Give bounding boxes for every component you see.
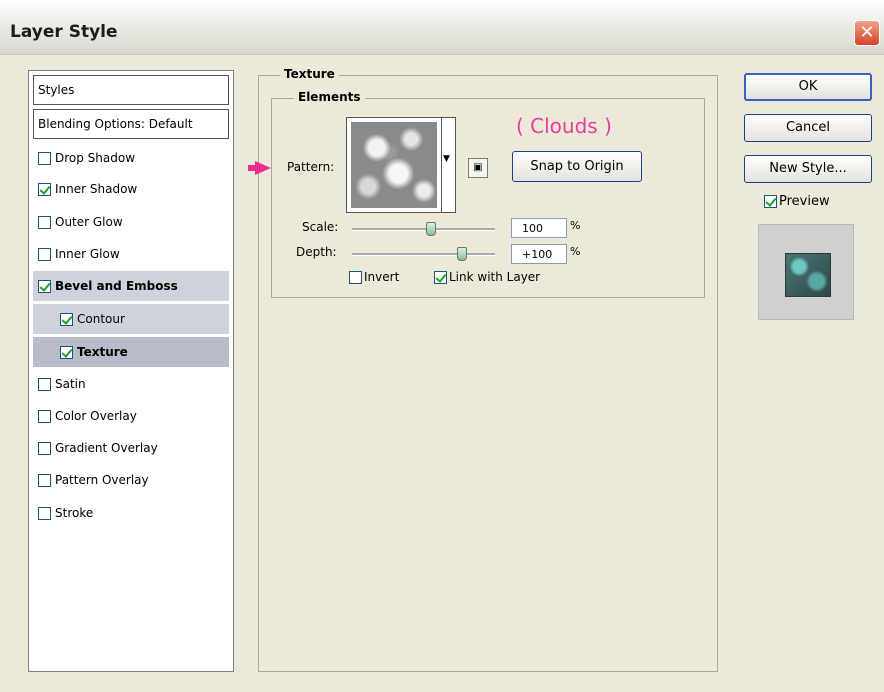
styles-header[interactable]: Styles xyxy=(33,75,229,105)
preview-checkbox[interactable] xyxy=(764,195,777,208)
preview-option[interactable]: Preview xyxy=(764,194,830,209)
styles-list: Styles Blending Options: Default Drop Sh… xyxy=(28,70,234,672)
invert-checkbox[interactable] xyxy=(349,270,362,284)
ok-button[interactable]: OK xyxy=(744,73,872,101)
styles-header-label: Styles xyxy=(38,83,75,97)
stroke-checkbox[interactable] xyxy=(38,506,51,520)
scale-slider-thumb[interactable] xyxy=(425,222,436,236)
bevel-and-emboss-checkbox[interactable] xyxy=(38,279,51,293)
annotation-arrow-icon xyxy=(255,161,271,175)
style-item-label: Satin xyxy=(55,377,86,391)
preview-thumbnail xyxy=(785,253,831,297)
depth-slider-thumb[interactable] xyxy=(457,247,468,261)
depth-input[interactable]: +100 xyxy=(511,244,567,264)
close-icon[interactable]: ✕ xyxy=(854,20,880,46)
pattern-label: Pattern: xyxy=(287,160,335,174)
clouds-annotation: ( Clouds ) xyxy=(516,114,612,138)
inner-glow-checkbox[interactable] xyxy=(38,247,51,261)
new-style-button[interactable]: New Style... xyxy=(744,155,872,183)
style-item-bevel-and-emboss[interactable]: Bevel and Emboss xyxy=(33,271,229,301)
color-overlay-checkbox[interactable] xyxy=(38,409,51,423)
snap-to-origin-button[interactable]: Snap to Origin xyxy=(512,151,642,182)
elements-group-title: Elements xyxy=(294,90,365,104)
style-item-label: Gradient Overlay xyxy=(55,441,158,455)
style-item-outer-glow[interactable]: Outer Glow xyxy=(33,207,229,237)
link-with-layer-label: Link with Layer xyxy=(449,270,541,284)
scale-percent-label: % xyxy=(570,219,581,232)
gradient-overlay-checkbox[interactable] xyxy=(38,441,51,455)
style-item-label: Color Overlay xyxy=(55,409,137,423)
style-item-contour[interactable]: Contour xyxy=(33,304,229,334)
style-item-pattern-overlay[interactable]: Pattern Overlay xyxy=(33,465,229,495)
style-item-label: Pattern Overlay xyxy=(55,473,149,487)
layer-style-dialog: Layer Style ✕ Styles Blending Options: D… xyxy=(0,0,884,692)
invert-label: Invert xyxy=(364,270,400,284)
elements-group xyxy=(271,98,705,298)
scale-slider-track[interactable] xyxy=(352,228,495,231)
preview-label: Preview xyxy=(779,194,830,209)
blending-options-item[interactable]: Blending Options: Default xyxy=(33,109,229,139)
style-preview xyxy=(758,224,854,320)
drop-shadow-checkbox[interactable] xyxy=(38,151,51,165)
scale-input[interactable]: 100 xyxy=(511,218,567,238)
style-item-label: Outer Glow xyxy=(55,215,123,229)
style-item-stroke[interactable]: Stroke xyxy=(33,498,229,528)
link-with-layer-checkbox[interactable] xyxy=(434,270,447,284)
pattern-picker[interactable]: ▼ xyxy=(346,117,456,213)
style-item-satin[interactable]: Satin xyxy=(33,369,229,399)
texture-checkbox[interactable] xyxy=(60,345,73,359)
style-item-color-overlay[interactable]: Color Overlay xyxy=(33,401,229,431)
cancel-button[interactable]: Cancel xyxy=(744,114,872,142)
new-preset-icon[interactable]: ▣ xyxy=(468,158,488,178)
depth-percent-label: % xyxy=(570,245,581,258)
blending-options-label: Blending Options: Default xyxy=(38,117,193,131)
style-item-texture[interactable]: Texture xyxy=(33,337,229,367)
window-title: Layer Style xyxy=(10,22,118,42)
satin-checkbox[interactable] xyxy=(38,377,51,391)
link-with-layer-option[interactable]: Link with Layer xyxy=(434,270,540,284)
style-item-label: Inner Glow xyxy=(55,247,120,261)
depth-label: Depth: xyxy=(296,245,337,259)
pattern-overlay-checkbox[interactable] xyxy=(38,473,51,487)
style-item-label: Inner Shadow xyxy=(55,182,138,196)
style-item-inner-glow[interactable]: Inner Glow xyxy=(33,239,229,269)
style-item-gradient-overlay[interactable]: Gradient Overlay xyxy=(33,433,229,463)
texture-group-title: Texture xyxy=(280,67,339,81)
style-item-label: Bevel and Emboss xyxy=(55,279,178,293)
style-item-label: Stroke xyxy=(55,506,94,520)
inner-shadow-checkbox[interactable] xyxy=(38,182,51,196)
chevron-down-icon[interactable]: ▼ xyxy=(443,154,450,164)
title-bar[interactable]: Layer Style ✕ xyxy=(0,0,884,55)
pattern-picker-divider xyxy=(441,118,442,212)
style-item-drop-shadow[interactable]: Drop Shadow xyxy=(33,143,229,173)
style-item-label: Contour xyxy=(77,312,125,326)
style-item-label: Drop Shadow xyxy=(55,151,136,165)
invert-option[interactable]: Invert xyxy=(349,270,399,284)
clouds-pattern-swatch xyxy=(351,122,437,208)
scale-label: Scale: xyxy=(302,220,339,234)
style-item-label: Texture xyxy=(77,345,128,359)
outer-glow-checkbox[interactable] xyxy=(38,215,51,229)
contour-checkbox[interactable] xyxy=(60,312,73,326)
style-item-inner-shadow[interactable]: Inner Shadow xyxy=(33,174,229,204)
depth-slider-track[interactable] xyxy=(352,253,495,256)
